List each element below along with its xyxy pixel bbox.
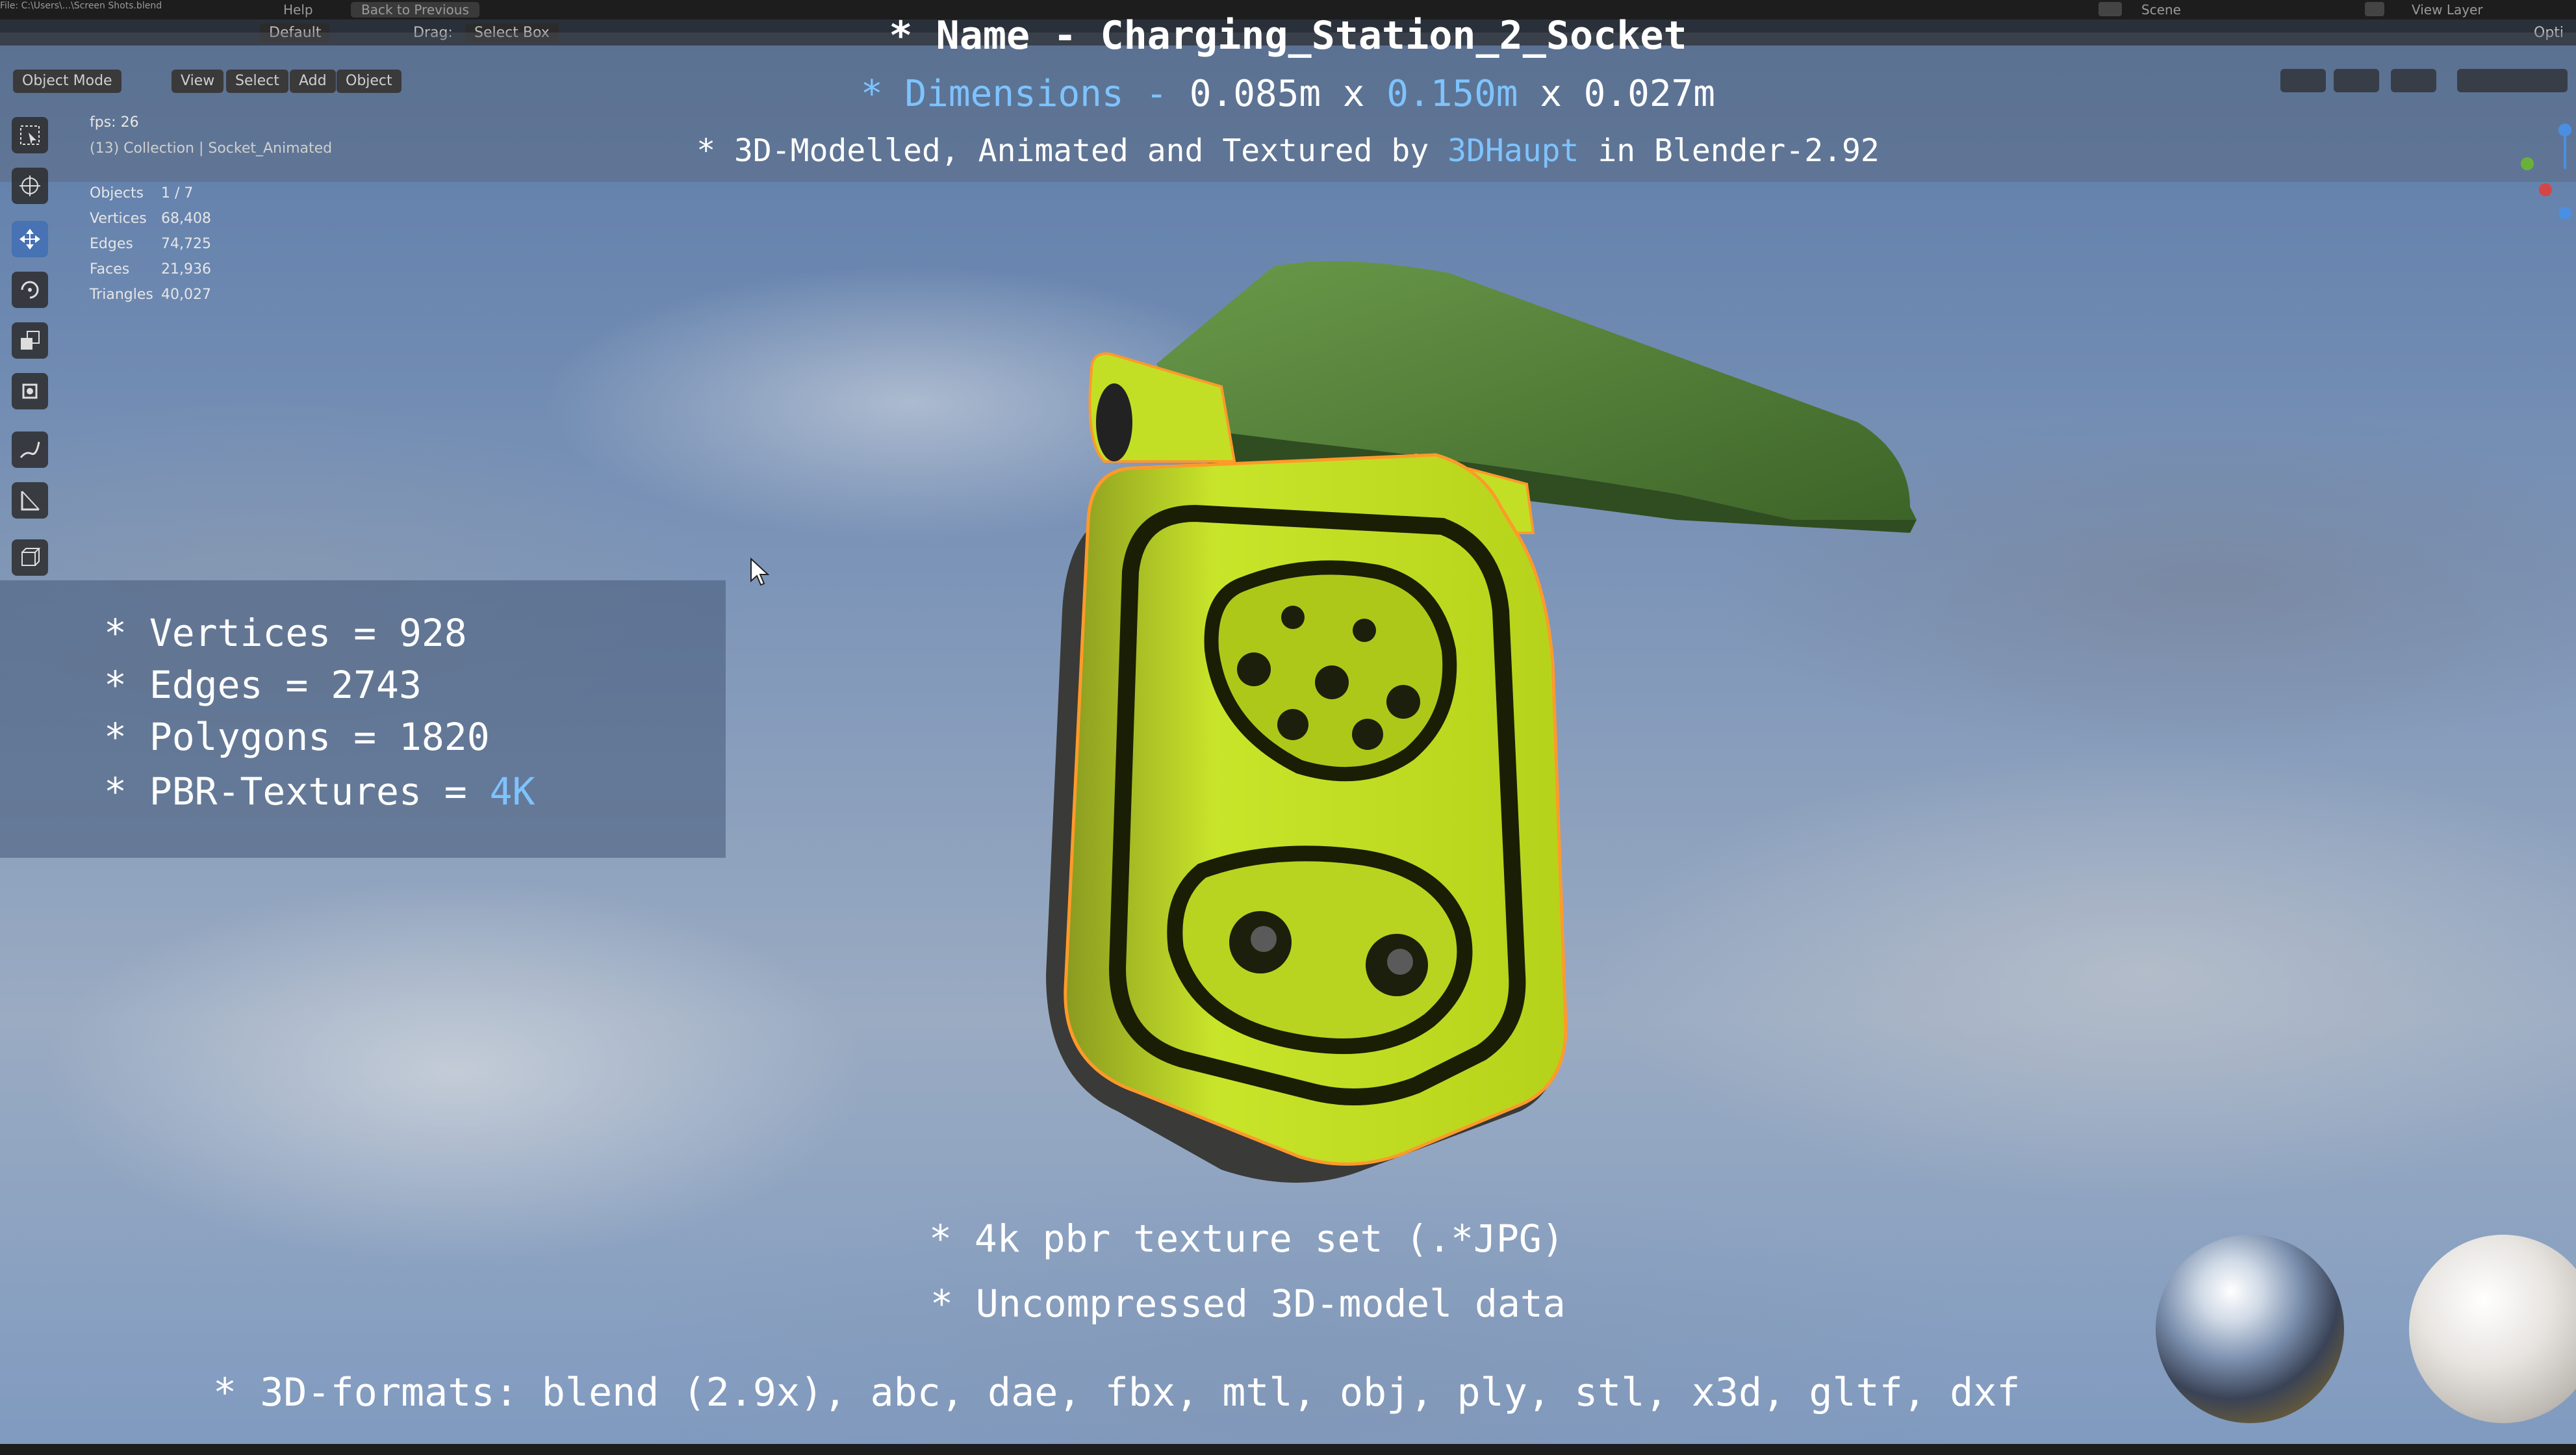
rotate-tool-icon[interactable]: [12, 272, 48, 308]
dimensions-line: * Dimensions - 0.085m x 0.150m x 0.027m: [861, 73, 1715, 115]
spec-vertices: * Vertices = 928: [104, 611, 467, 655]
texture-set-note: * 4k pbr texture set (.*JPG): [929, 1217, 1564, 1261]
file-path-overlay: File: C:\Users\...\Screen Shots.blend: [0, 1, 162, 11]
scene-statistics: Objects 1 / 7 Vertices 68,408 Edges 74,725 …: [90, 181, 211, 307]
credit-line: * 3D-Modelled, Animated and Textured by …: [696, 133, 1880, 169]
add-cube-tool-icon[interactable]: [12, 539, 48, 576]
stat-row: Triangles 40,027: [90, 287, 211, 303]
measure-tool-icon[interactable]: [12, 482, 48, 519]
hdri-reflection-sphere: [2156, 1235, 2344, 1423]
formats-list: * 3D-formats: blend (2.9x), abc, dae, fb…: [213, 1370, 2021, 1415]
stat-row: Vertices 68,408: [90, 211, 211, 227]
charging-socket-model[interactable]: [1027, 247, 1936, 1209]
fps-readout: fps: 26: [90, 114, 139, 131]
transform-tool-icon[interactable]: [12, 373, 48, 409]
stat-row: Faces 21,936: [90, 261, 211, 277]
stat-row: Objects 1 / 7: [90, 185, 194, 201]
spec-textures: * PBR-Textures = 4K: [104, 769, 535, 814]
model-data-note: * Uncompressed 3D-model data: [930, 1281, 1566, 1326]
scale-tool-icon[interactable]: [12, 322, 48, 359]
cursor-tool-icon[interactable]: [12, 168, 48, 204]
hinge-hole: [1096, 383, 1132, 461]
annotate-tool-icon[interactable]: [12, 431, 48, 468]
model-name-title: * Name - Charging_Station_2_Socket: [889, 13, 1687, 58]
mouse-cursor-icon: [750, 558, 769, 586]
status-bar: [0, 1444, 2576, 1455]
spec-polygons: * Polygons = 1820: [104, 715, 490, 759]
stat-row: Edges 74,725: [90, 236, 211, 252]
move-tool-icon[interactable]: [12, 221, 48, 257]
spec-edges: * Edges = 2743: [104, 663, 422, 707]
